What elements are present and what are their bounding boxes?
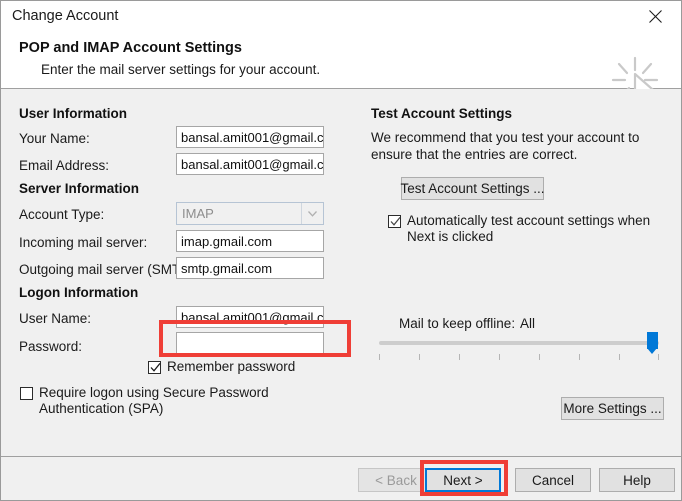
outgoing-mail-server-input[interactable] xyxy=(176,257,324,279)
outgoing-mail-server-label: Outgoing mail server (SMTP): xyxy=(19,262,198,277)
incoming-mail-server-input[interactable] xyxy=(176,230,324,252)
slider-tick xyxy=(419,354,420,360)
slider-tick xyxy=(539,354,540,360)
mail-offline-value: All xyxy=(520,316,535,331)
slider-tick xyxy=(379,354,380,360)
account-type-select[interactable]: IMAP xyxy=(176,202,324,225)
slider-track xyxy=(379,341,659,345)
email-address-label: Email Address: xyxy=(19,158,109,173)
incoming-mail-server-label: Incoming mail server: xyxy=(19,235,147,250)
slider-thumb[interactable] xyxy=(647,332,658,349)
password-label: Password: xyxy=(19,339,82,354)
user-name-label: User Name: xyxy=(19,311,91,326)
help-button[interactable]: Help xyxy=(599,468,675,492)
checkbox-box xyxy=(20,387,33,400)
cancel-button[interactable]: Cancel xyxy=(515,468,591,492)
logon-information-heading: Logon Information xyxy=(19,285,138,300)
mail-offline-slider[interactable] xyxy=(379,341,659,363)
password-input[interactable] xyxy=(176,332,324,354)
back-button[interactable]: < Back xyxy=(358,468,434,492)
slider-tick xyxy=(499,354,500,360)
account-type-value: IMAP xyxy=(182,206,214,221)
account-type-label: Account Type: xyxy=(19,207,104,222)
dialog-body: User Information Your Name: Email Addres… xyxy=(1,89,681,456)
checkbox-box xyxy=(148,361,161,374)
mail-offline-label: Mail to keep offline: xyxy=(399,316,515,331)
slider-tick xyxy=(619,354,620,360)
test-account-settings-description: We recommend that you test your account … xyxy=(371,129,663,163)
server-information-heading: Server Information xyxy=(19,181,139,196)
page-title: POP and IMAP Account Settings xyxy=(19,40,242,56)
page-subtitle: Enter the mail server settings for your … xyxy=(41,62,320,77)
test-account-settings-heading: Test Account Settings xyxy=(371,106,512,121)
change-account-dialog: Change Account POP and IMAP Account Sett… xyxy=(0,0,682,501)
dialog-header: POP and IMAP Account Settings Enter the … xyxy=(1,32,681,89)
email-address-input[interactable] xyxy=(176,153,324,175)
slider-tick xyxy=(658,354,659,360)
your-name-input[interactable] xyxy=(176,126,324,148)
next-button[interactable]: Next > xyxy=(425,468,501,492)
your-name-label: Your Name: xyxy=(19,131,90,146)
window-title: Change Account xyxy=(12,8,118,24)
slider-tick xyxy=(459,354,460,360)
user-information-heading: User Information xyxy=(19,106,127,121)
close-icon[interactable] xyxy=(633,1,677,31)
remember-password-label: Remember password xyxy=(167,359,295,374)
title-bar: Change Account xyxy=(1,1,681,32)
chevron-down-icon xyxy=(301,203,323,224)
test-account-settings-button[interactable]: Test Account Settings ... xyxy=(401,177,544,200)
auto-test-settings-label: Automatically test account settings when… xyxy=(407,213,667,245)
dialog-footer: < Back Next > Cancel Help xyxy=(1,456,681,500)
require-spa-label: Require logon using Secure Password Auth… xyxy=(39,385,284,417)
slider-tick xyxy=(579,354,580,360)
more-settings-button[interactable]: More Settings ... xyxy=(561,397,664,420)
checkbox-box xyxy=(388,215,401,228)
user-name-input[interactable] xyxy=(176,306,324,328)
